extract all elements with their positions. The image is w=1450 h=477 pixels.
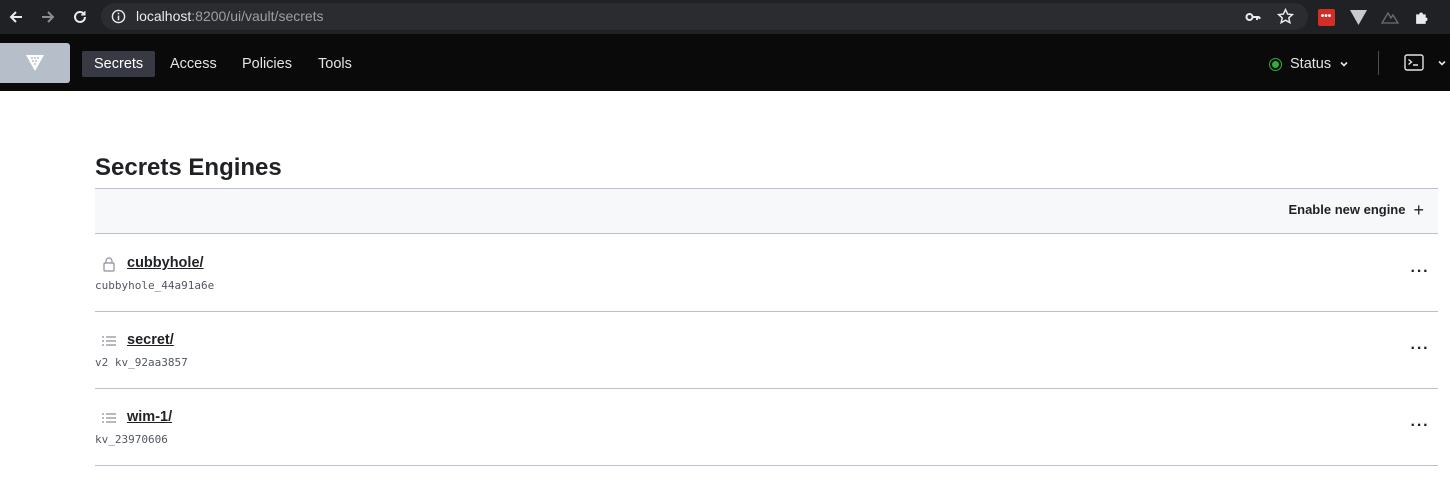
status-label: Status xyxy=(1290,56,1332,72)
engine-accessor: cubbyhole_44a91a6e xyxy=(95,279,215,292)
engine-accessor: v2 kv_92aa3857 xyxy=(95,356,188,369)
more-options-icon[interactable]: ··· xyxy=(1408,416,1432,436)
more-options-icon[interactable]: ··· xyxy=(1408,339,1432,359)
nav-access[interactable]: Access xyxy=(158,51,229,77)
list-icon xyxy=(102,413,116,423)
extensions-puzzle-icon[interactable] xyxy=(1412,7,1432,27)
enable-new-engine-label: Enable new engine xyxy=(1288,202,1406,217)
chevron-down-icon xyxy=(1438,60,1446,66)
engine-link[interactable]: cubbyhole/ xyxy=(127,255,204,271)
back-button[interactable] xyxy=(0,1,32,33)
back-arrow-icon xyxy=(9,11,22,23)
chevron-down-icon xyxy=(1340,61,1348,67)
more-options-icon[interactable]: ··· xyxy=(1408,262,1432,282)
terminal-icon xyxy=(1404,54,1424,71)
vault-logo[interactable] xyxy=(0,43,70,83)
reload-button[interactable] xyxy=(64,1,96,33)
info-icon xyxy=(111,9,126,24)
engine-accessor: kv_23970606 xyxy=(95,433,168,446)
header-divider xyxy=(1378,51,1379,75)
page-title: Secrets Engines xyxy=(95,154,282,181)
key-icon[interactable] xyxy=(1245,9,1261,25)
list-item[interactable]: wim-1/ kv_23970606 ··· xyxy=(95,388,1438,466)
list-item[interactable]: secret/ v2 kv_92aa3857 ··· xyxy=(95,311,1438,389)
status-indicator-icon xyxy=(1270,58,1281,70)
forward-button[interactable] xyxy=(32,1,64,33)
status-menu[interactable]: Status xyxy=(1270,54,1349,74)
enable-new-engine-button[interactable]: Enable new engine + xyxy=(1288,199,1424,220)
vault-logo-icon xyxy=(26,55,44,71)
extension-lastpass-icon[interactable]: ••• xyxy=(1316,7,1336,27)
list-item[interactable]: cubbyhole/ cubbyhole_44a91a6e ··· xyxy=(95,234,1438,312)
nav-policies[interactable]: Policies xyxy=(230,51,304,77)
toolbar: Enable new engine + xyxy=(95,188,1438,234)
address-bar[interactable]: localhost:8200/ui/vault/secrets xyxy=(101,3,1308,30)
url-path: :8200/ui/vault/secrets xyxy=(191,8,324,24)
bookmark-star-icon[interactable] xyxy=(1277,8,1294,25)
nav-tools[interactable]: Tools xyxy=(306,51,364,77)
reload-icon xyxy=(74,10,86,23)
url-host: localhost xyxy=(136,8,192,24)
engine-link[interactable]: wim-1/ xyxy=(127,409,172,425)
plus-icon: + xyxy=(1413,199,1424,220)
browser-toolbar: localhost:8200/ui/vault/secrets ••• xyxy=(0,0,1450,34)
nav-secrets[interactable]: Secrets xyxy=(82,51,156,77)
lock-icon xyxy=(103,257,115,272)
url-text: localhost:8200/ui/vault/secrets xyxy=(136,8,324,24)
list-icon xyxy=(102,336,116,346)
console-toggle-button[interactable] xyxy=(1404,54,1447,71)
forward-arrow-icon xyxy=(42,11,55,23)
extension-vault-icon[interactable] xyxy=(1348,7,1368,27)
engine-link[interactable]: secret/ xyxy=(127,332,174,348)
extension-mountain-icon[interactable] xyxy=(1380,7,1400,27)
app-header: Secrets Access Policies Tools Status xyxy=(0,34,1450,91)
